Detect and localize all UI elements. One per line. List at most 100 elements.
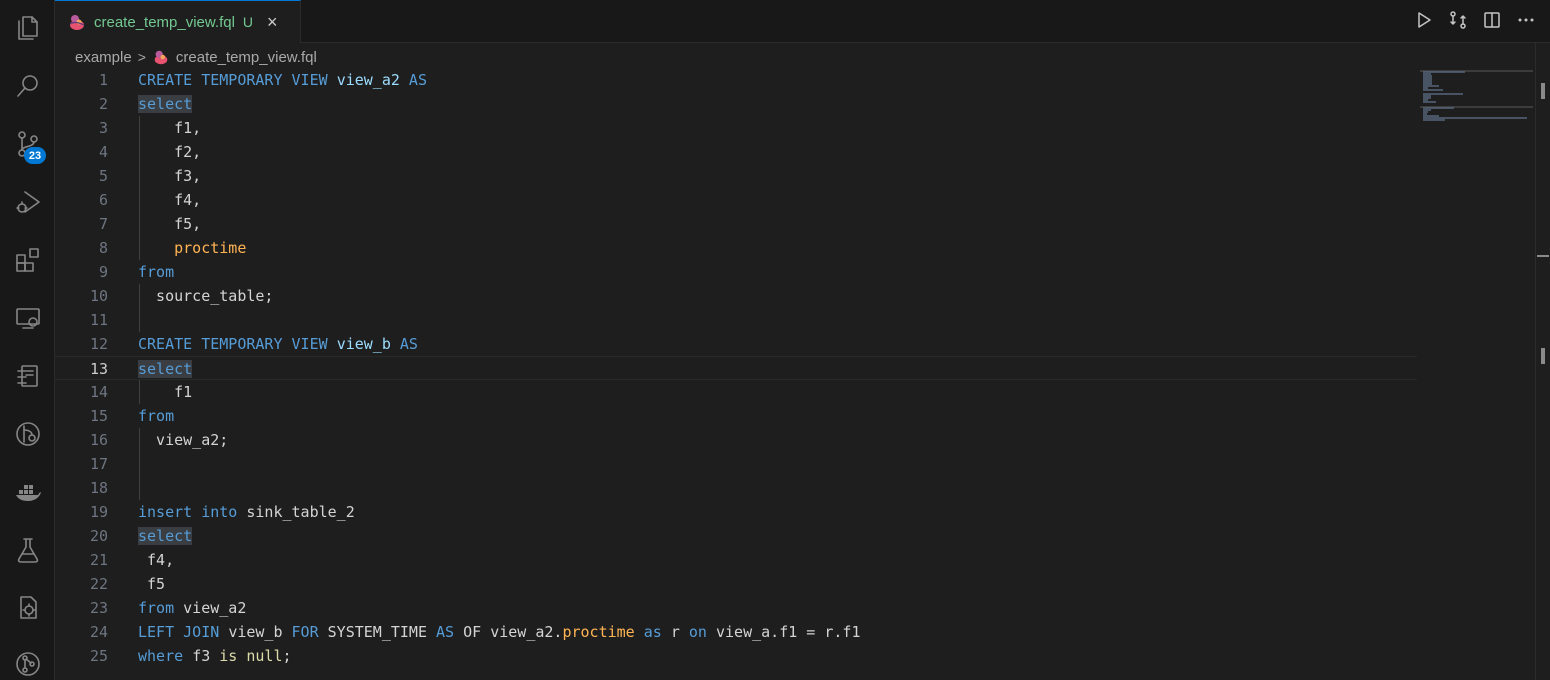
breadcrumb-file[interactable]: create_temp_view.fql — [176, 49, 317, 66]
code-line[interactable]: 7 f5, — [55, 212, 1417, 236]
settings-sync-button[interactable] — [0, 584, 55, 632]
code-token: from — [138, 407, 175, 425]
code-text: f1, — [138, 116, 201, 140]
source-control-badge: 23 — [24, 147, 46, 164]
code-line[interactable]: 18 — [55, 476, 1417, 500]
code-token: f5 — [138, 575, 166, 593]
code-line[interactable]: 16 view_a2; — [55, 428, 1417, 452]
code-text: proctime — [138, 236, 246, 260]
split-editor-icon[interactable] — [1482, 10, 1502, 30]
code-token: view_b — [336, 335, 391, 353]
line-number: 8 — [98, 239, 108, 257]
code-text: select — [138, 524, 193, 548]
indent-guide — [139, 476, 140, 500]
breadcrumb: example > create_temp_view.fql — [75, 46, 317, 68]
files-icon — [17, 16, 38, 40]
run-debug-icon — [15, 191, 40, 213]
code-line[interactable]: 9 from — [55, 260, 1417, 284]
untracked-status: U — [242, 14, 254, 30]
line-number: 22 — [89, 575, 108, 593]
code-line[interactable]: 15 from — [55, 404, 1417, 428]
code-line[interactable]: 8 proctime — [55, 236, 1417, 260]
source-control-button[interactable]: 23 — [0, 120, 55, 168]
git-graph-icon — [15, 652, 40, 676]
vertical-scrollbar[interactable] — [1535, 43, 1550, 680]
code-text: select — [138, 92, 193, 116]
more-actions-icon[interactable] — [1516, 10, 1536, 30]
timeline-icon — [16, 365, 38, 387]
line-number: 16 — [89, 431, 108, 449]
code-line[interactable]: 12 CREATE TEMPORARY VIEW view_b AS — [55, 332, 1417, 356]
docker-button[interactable] — [0, 468, 55, 516]
code-token: as — [634, 623, 671, 641]
run-debug-button[interactable] — [0, 178, 55, 226]
code-line[interactable]: 23 from view_a2 — [55, 596, 1417, 620]
compare-changes-icon[interactable] — [1448, 10, 1468, 30]
code-text: from view_a2 — [138, 596, 246, 620]
code-token: view_a2; — [138, 431, 229, 449]
git-graph-button[interactable] — [0, 640, 55, 680]
line-number: 17 — [89, 455, 108, 473]
code-line[interactable]: 1 CREATE TEMPORARY VIEW view_a2 AS — [55, 68, 1417, 92]
line-number: 2 — [98, 95, 108, 113]
minimap-line — [1423, 89, 1443, 91]
line-number: 3 — [98, 119, 108, 137]
line-number: 20 — [89, 527, 108, 545]
code-token: select — [138, 527, 193, 545]
code-token: on — [688, 623, 716, 641]
code-line[interactable]: 2 select — [55, 92, 1417, 116]
code-line[interactable]: 22 f5 — [55, 572, 1417, 596]
explorer-button[interactable] — [0, 4, 55, 52]
line-number: 9 — [98, 263, 108, 281]
code-text: from — [138, 404, 174, 428]
code-text: LEFT JOIN view_b FOR SYSTEM_TIME AS OF v… — [138, 620, 861, 644]
code-line[interactable]: 4 f2, — [55, 140, 1417, 164]
code-line[interactable]: 5 f3, — [55, 164, 1417, 188]
code-token: r — [670, 623, 689, 641]
code-token: view_a2 — [183, 599, 247, 617]
code-token: ; — [282, 647, 292, 665]
line-number: 5 — [98, 167, 108, 185]
minimap-line — [1423, 119, 1446, 121]
tab-create-temp-view[interactable]: create_temp_view.fql U × — [55, 0, 301, 43]
code-line[interactable]: 6 f4, — [55, 188, 1417, 212]
code-line[interactable]: 21 f4, — [55, 548, 1417, 572]
gitlens-icon — [15, 422, 40, 446]
code-editor[interactable]: 1 CREATE TEMPORARY VIEW view_a2 AS 2 select… — [55, 68, 1420, 680]
timeline-button[interactable] — [0, 352, 55, 400]
extensions-button[interactable] — [0, 236, 55, 284]
testing-button[interactable] — [0, 526, 55, 574]
code-line[interactable]: 20 select — [55, 524, 1417, 548]
code-text: f4, — [138, 188, 201, 212]
code-token: sink_table_2 — [246, 503, 355, 521]
code-token: select — [138, 360, 193, 378]
code-line[interactable]: 25 where f3 is null; — [55, 644, 1417, 668]
code-token: SYSTEM_TIME — [327, 623, 437, 641]
code-line[interactable]: 3 f1, — [55, 116, 1417, 140]
gitlens-button[interactable] — [0, 410, 55, 458]
breadcrumb-folder[interactable]: example — [75, 49, 132, 66]
code-token: view_b — [228, 623, 292, 641]
tab-bar: create_temp_view.fql U × — [55, 0, 1550, 43]
run-icon[interactable] — [1414, 10, 1434, 30]
code-token: f3, — [138, 167, 202, 185]
code-line[interactable]: 24 LEFT JOIN view_b FOR SYSTEM_TIME AS OF… — [55, 620, 1417, 644]
code-line[interactable]: 19 insert into sink_table_2 — [55, 500, 1417, 524]
code-token: where — [138, 647, 193, 665]
search-button[interactable] — [0, 62, 55, 110]
code-line[interactable]: 11 — [55, 308, 1417, 332]
code-text: where f3 is null; — [138, 644, 292, 668]
code-text: from — [138, 260, 174, 284]
minimap[interactable] — [1420, 68, 1535, 680]
code-token: OF view_a2. — [463, 623, 563, 641]
line-number: 11 — [89, 311, 108, 329]
code-text: f4, — [138, 548, 174, 572]
code-line[interactable]: 14 f1 — [55, 380, 1417, 404]
code-token: view_a2 — [336, 71, 400, 89]
remote-explorer-button[interactable] — [0, 294, 55, 342]
testing-icon — [17, 538, 38, 563]
code-line[interactable]: 17 — [55, 452, 1417, 476]
code-line[interactable]: 13 select — [55, 356, 1417, 380]
code-line[interactable]: 10 source_table; — [55, 284, 1417, 308]
tab-close-button[interactable]: × — [267, 13, 278, 31]
